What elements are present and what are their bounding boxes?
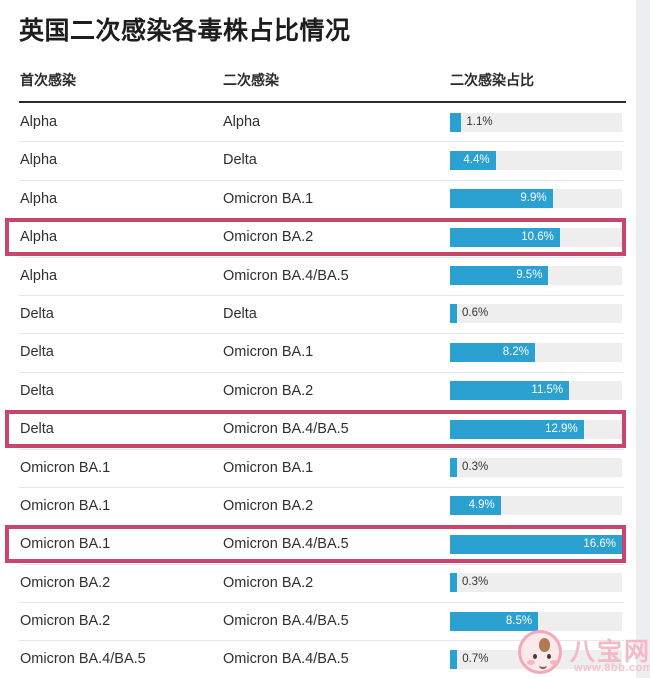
cell-reinfection: Omicron BA.1	[223, 344, 314, 361]
table-row: Omicron BA.2 Omicron BA.2 0.3%	[0, 563, 636, 603]
cell-reinfection: Omicron BA.4/BA.5	[223, 651, 349, 668]
page-title: 英国二次感染各毒株占比情况	[19, 17, 351, 45]
bar-track: 0.6%	[450, 304, 622, 324]
bar-fill	[450, 304, 457, 324]
table-row: Alpha Alpha 1.1%	[0, 103, 636, 142]
bar-value-label: 4.4%	[463, 153, 490, 166]
cell-primary-infection: Delta	[20, 344, 54, 361]
table-row: Delta Omicron BA.1 8.2%	[0, 333, 636, 372]
cell-reinfection: Omicron BA.2	[223, 497, 314, 514]
table-row: Alpha Omicron BA.2 10.6%	[0, 218, 636, 257]
cell-primary-infection: Delta	[20, 305, 54, 322]
cell-reinfection: Delta	[223, 305, 257, 322]
bar-value-label: 0.6%	[462, 307, 489, 320]
row-divider	[19, 333, 624, 335]
bar-track: 0.3%	[450, 573, 622, 593]
table-row: Delta Omicron BA.4/BA.5 12.9%	[0, 410, 636, 449]
bar-track: 12.9%	[450, 419, 622, 439]
table-row: Omicron BA.1 Omicron BA.1 0.3%	[0, 448, 636, 487]
column-header-primary-infection: 首次感染	[20, 72, 76, 88]
cell-primary-infection: Alpha	[20, 152, 58, 169]
bar-value-label: 9.5%	[516, 269, 543, 282]
bar-value-label: 8.5%	[505, 614, 533, 627]
cell-primary-infection: Alpha	[20, 190, 58, 207]
cell-primary-infection: Delta	[20, 382, 54, 399]
bar-track: 0.7%	[450, 649, 622, 669]
bar-value-label: 0.3%	[462, 461, 489, 474]
cell-primary-infection: Omicron BA.1	[20, 497, 111, 514]
cell-primary-infection: Omicron BA.4/BA.5	[20, 651, 146, 668]
table-row: Omicron BA.1 Omicron BA.4/BA.5 16.6%	[0, 525, 636, 564]
bar-track: 10.6%	[450, 227, 622, 247]
cell-reinfection: Delta	[223, 152, 257, 169]
bar-track: 9.5%	[450, 266, 622, 286]
row-divider	[19, 218, 624, 220]
cell-primary-infection: Alpha	[20, 114, 58, 130]
bar-fill	[450, 458, 457, 478]
bar-value-label: 16.6%	[583, 537, 616, 550]
column-header-reinfection-share: 二次感染占比	[450, 72, 534, 88]
table-row: Alpha Delta 4.4%	[0, 141, 636, 180]
cell-primary-infection: Omicron BA.1	[20, 459, 111, 476]
row-divider	[19, 371, 624, 373]
cell-primary-infection: Omicron BA.2	[20, 613, 111, 630]
row-divider	[19, 103, 624, 104]
cell-reinfection: Omicron BA.2	[223, 574, 314, 591]
cell-reinfection: Omicron BA.4/BA.5	[223, 536, 349, 553]
bar-value-label: 8.2%	[502, 345, 529, 358]
cell-primary-infection: Alpha	[20, 229, 58, 246]
cell-reinfection: Omicron BA.4/BA.5	[223, 613, 349, 630]
bar-fill	[450, 573, 457, 593]
row-divider	[19, 141, 624, 143]
bar-track: 1.1%	[450, 112, 622, 132]
cell-primary-infection: Omicron BA.2	[20, 574, 111, 591]
bar-track: 11.5%	[450, 381, 622, 401]
chart-page: 英国二次感染各毒株占比情况 首次感染 二次感染 二次感染占比 Alpha Alph…	[0, 0, 650, 678]
cell-reinfection: Omicron BA.1	[223, 190, 314, 207]
bar-track: 9.9%	[450, 189, 622, 209]
table-row: Delta Omicron BA.2 11.5%	[0, 371, 636, 411]
bar-value-label: 0.3%	[462, 576, 489, 589]
bar-value-label: 10.6%	[521, 230, 554, 243]
bar-value-label: 0.7%	[462, 652, 489, 665]
bar-track: 8.2%	[450, 342, 622, 362]
cell-reinfection: Alpha	[223, 114, 261, 130]
bar-track: 16.6%	[450, 534, 622, 554]
row-divider	[19, 294, 624, 296]
bar-track: 4.9%	[450, 496, 622, 516]
table-row: Delta Delta 0.6%	[0, 294, 636, 334]
table-row: Omicron BA.2 Omicron BA.4/BA.5 8.5%	[0, 602, 636, 641]
column-header-reinfection: 二次感染	[223, 72, 279, 88]
bar-track: 8.5%	[450, 611, 622, 631]
cell-reinfection: Omicron BA.2	[223, 382, 314, 399]
bar-fill	[450, 649, 458, 669]
bar-value-label: 4.9%	[468, 499, 495, 512]
row-divider	[19, 179, 624, 181]
chart-content: 英国二次感染各毒株占比情况 首次感染 二次感染 二次感染占比 Alpha Alph…	[0, 0, 636, 678]
table-row: Alpha Omicron BA.1 9.9%	[0, 179, 636, 219]
cell-primary-infection: Delta	[20, 421, 54, 438]
cell-reinfection: Omicron BA.4/BA.5	[223, 421, 349, 438]
cell-reinfection: Omicron BA.4/BA.5	[223, 267, 349, 284]
table-body: Alpha Alpha 1.1% Alpha Delta 4.4% Alpha Omicron…	[0, 103, 636, 678]
bar-track: 0.3%	[450, 458, 622, 478]
bar-value-label: 11.5%	[531, 384, 564, 397]
bar-track: 4.4%	[450, 150, 622, 170]
bar-value-label: 1.1%	[466, 115, 493, 128]
bar-value-label: 9.9%	[520, 192, 547, 205]
bar-value-label: 12.9%	[545, 422, 578, 435]
cell-reinfection: Omicron BA.2	[223, 229, 314, 246]
cell-primary-infection: Omicron BA.1	[20, 536, 111, 553]
bar-fill	[450, 112, 462, 132]
table-row: Alpha Omicron BA.4/BA.5 9.5%	[0, 256, 636, 295]
table-row: Omicron BA.4/BA.5 Omicron BA.4/BA.5 0.7%	[0, 640, 636, 678]
page-right-margin	[636, 0, 650, 678]
cell-reinfection: Omicron BA.1	[223, 459, 314, 476]
table-row: Omicron BA.1 Omicron BA.2 4.9%	[0, 486, 636, 526]
cell-primary-infection: Alpha	[20, 267, 58, 284]
table-header: 首次感染 二次感染 二次感染占比	[0, 70, 636, 102]
